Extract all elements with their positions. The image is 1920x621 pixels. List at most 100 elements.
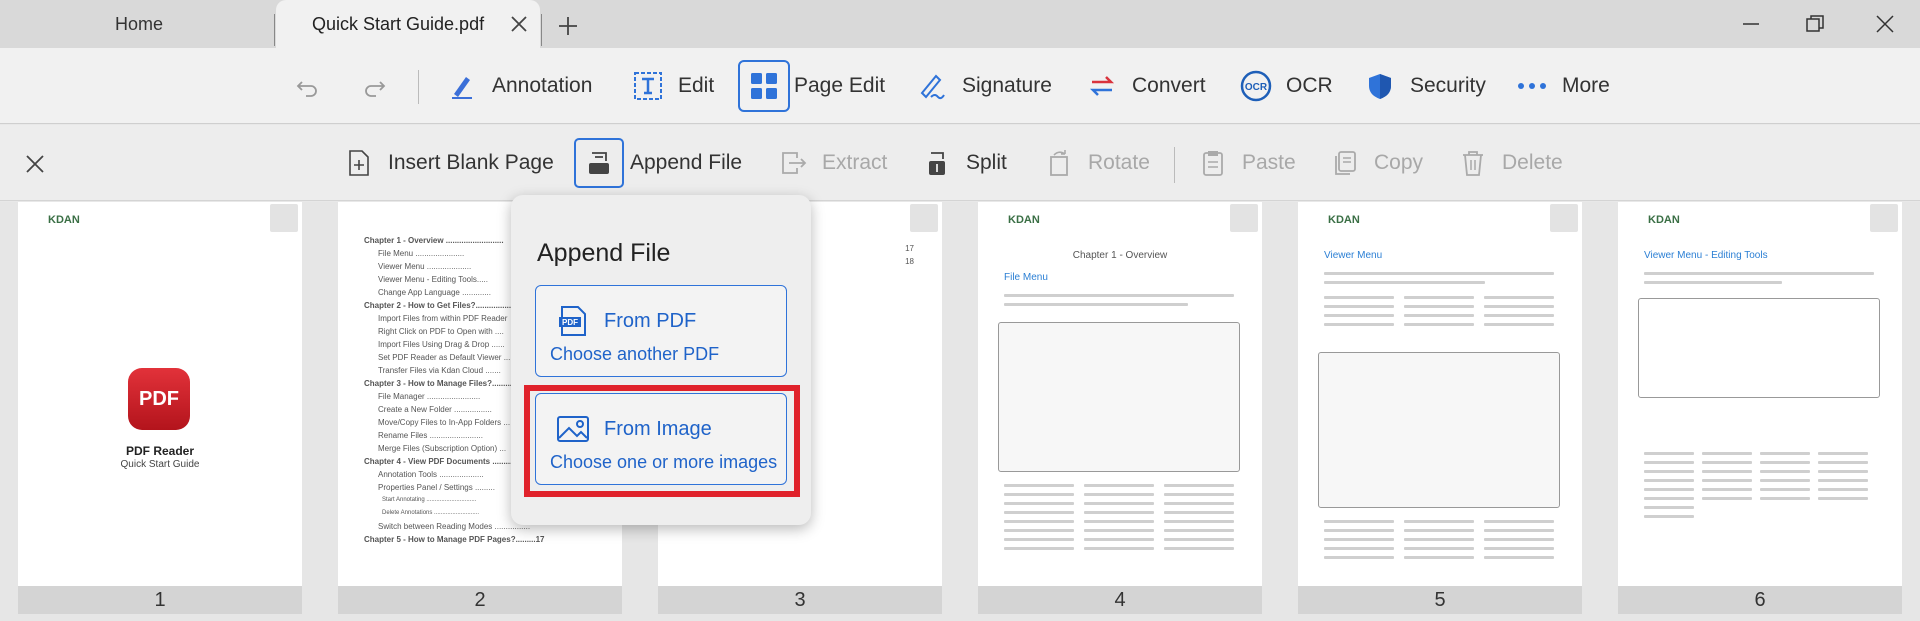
new-tab-icon[interactable] — [556, 14, 580, 38]
page-thumbnail-6[interactable]: KDAN Viewer Menu - Editing Tools 6 — [1618, 202, 1902, 614]
split-label: Split — [966, 151, 1007, 174]
section-title: File Menu — [1004, 272, 1048, 283]
extract-label: Extract — [822, 151, 888, 174]
page-edit-toolbar: Insert Blank Page Append File Extract Sp… — [0, 125, 1920, 201]
kdan-logo: KDAN — [1648, 214, 1680, 226]
screenshot-figure — [998, 322, 1240, 472]
close-window-icon[interactable] — [1874, 13, 1896, 35]
insert-page-icon — [344, 148, 374, 178]
cover-subtitle: Quick Start Guide — [120, 459, 200, 470]
paste-button[interactable]: Paste — [1198, 137, 1296, 189]
text-block — [1004, 294, 1234, 312]
more-dots-icon — [1516, 70, 1548, 102]
annotation-button[interactable]: Annotation — [446, 60, 592, 112]
editbar-divider — [1174, 147, 1175, 183]
edit-button[interactable]: Edit — [632, 60, 714, 112]
page-number: 2 — [338, 586, 622, 614]
page-select-checkbox[interactable] — [910, 204, 938, 232]
text-block — [1484, 520, 1554, 565]
svg-text:PDF: PDF — [562, 318, 578, 327]
page-select-checkbox[interactable] — [1870, 204, 1898, 232]
popup-title: Append File — [537, 239, 671, 267]
tab-title: Quick Start Guide.pdf — [312, 13, 485, 34]
append-file-icon — [574, 138, 624, 188]
text-block — [1644, 452, 1694, 524]
page-thumbnail-5[interactable]: KDAN Viewer Menu 5 — [1298, 202, 1582, 614]
tab-home[interactable]: Home — [0, 0, 278, 48]
close-icon[interactable] — [24, 153, 46, 175]
extract-button[interactable]: Extract — [778, 137, 887, 189]
from-pdf-label: From PDF — [604, 310, 697, 332]
trash-icon — [1458, 148, 1488, 178]
split-button[interactable]: Split — [922, 137, 1007, 189]
minimize-icon[interactable] — [1740, 13, 1762, 35]
more-label: More — [1562, 74, 1610, 97]
restore-icon[interactable] — [1804, 13, 1826, 35]
insert-blank-label: Insert Blank Page — [388, 151, 554, 174]
tab-divider — [274, 14, 275, 46]
tab-quick-start-guide[interactable]: Quick Start Guide.pdf — [276, 0, 540, 48]
shield-icon — [1364, 70, 1396, 102]
security-label: Security — [1410, 74, 1486, 97]
signature-button[interactable]: Signature — [916, 60, 1052, 112]
text-block — [1324, 296, 1394, 332]
page-number: 1 — [18, 586, 302, 614]
from-pdf-option[interactable]: PDF From PDF Choose another PDF — [535, 285, 787, 377]
page-select-checkbox[interactable] — [1230, 204, 1258, 232]
grid-icon — [738, 60, 790, 112]
text-block — [1324, 272, 1554, 290]
close-tab-icon[interactable] — [508, 13, 530, 35]
rotate-icon — [1044, 148, 1074, 178]
convert-label: Convert — [1132, 74, 1206, 97]
append-file-button[interactable]: Append File — [574, 137, 742, 189]
kdan-logo: KDAN — [1008, 214, 1040, 226]
redo-icon[interactable] — [362, 74, 388, 100]
insert-blank-page-button[interactable]: Insert Blank Page — [344, 137, 554, 189]
text-block — [1404, 520, 1474, 565]
page-thumbnail-4[interactable]: KDAN Chapter 1 - Overview File Menu 4 — [978, 202, 1262, 614]
text-block — [1404, 296, 1474, 332]
signature-icon — [916, 70, 948, 102]
page-thumbnail-1[interactable]: KDAN PDF PDF Reader Quick Start Guide 1 — [18, 202, 302, 614]
paste-icon — [1198, 148, 1228, 178]
tab-bar: Home Quick Start Guide.pdf — [0, 0, 1920, 48]
copy-label: Copy — [1374, 151, 1424, 174]
delete-label: Delete — [1502, 151, 1563, 174]
page-select-checkbox[interactable] — [1550, 204, 1578, 232]
text-block — [1004, 484, 1074, 556]
annotation-label: Annotation — [492, 74, 593, 97]
page-select-checkbox[interactable] — [270, 204, 298, 232]
pdf-reader-app-icon: PDF — [128, 368, 190, 430]
text-block — [1484, 296, 1554, 332]
text-block — [1702, 452, 1752, 506]
security-button[interactable]: Security — [1364, 60, 1486, 112]
page-thumbnails: KDAN PDF PDF Reader Quick Start Guide 1 … — [0, 202, 1920, 621]
ocr-button[interactable]: OCR OCR — [1240, 60, 1333, 112]
text-block — [1164, 484, 1234, 556]
extract-icon — [778, 148, 808, 178]
text-block — [1760, 452, 1810, 506]
copy-icon — [1330, 148, 1360, 178]
kdan-logo: KDAN — [48, 214, 80, 226]
more-button[interactable]: More — [1516, 60, 1610, 112]
append-file-label: Append File — [630, 151, 743, 174]
page-edit-label: Page Edit — [794, 74, 886, 97]
text-edit-icon — [632, 70, 664, 102]
svg-text:OCR: OCR — [1245, 82, 1268, 93]
pdf-file-icon: PDF — [559, 306, 586, 336]
text-block — [1818, 452, 1868, 506]
delete-button[interactable]: Delete — [1458, 137, 1563, 189]
edit-label: Edit — [678, 74, 715, 97]
text-block — [1324, 520, 1394, 565]
page-edit-button[interactable]: Page Edit — [738, 60, 885, 112]
copy-button[interactable]: Copy — [1330, 137, 1423, 189]
undo-icon[interactable] — [294, 74, 320, 100]
pen-icon — [446, 70, 478, 102]
toolbar-diagram — [1638, 298, 1880, 398]
paste-label: Paste — [1242, 151, 1296, 174]
signature-label: Signature — [962, 74, 1052, 97]
from-pdf-sublabel: Choose another PDF — [550, 344, 720, 364]
main-toolbar: Annotation Edit Page Edit Signature Conv… — [0, 48, 1920, 124]
rotate-button[interactable]: Rotate — [1044, 137, 1150, 189]
convert-button[interactable]: Convert — [1086, 60, 1206, 112]
